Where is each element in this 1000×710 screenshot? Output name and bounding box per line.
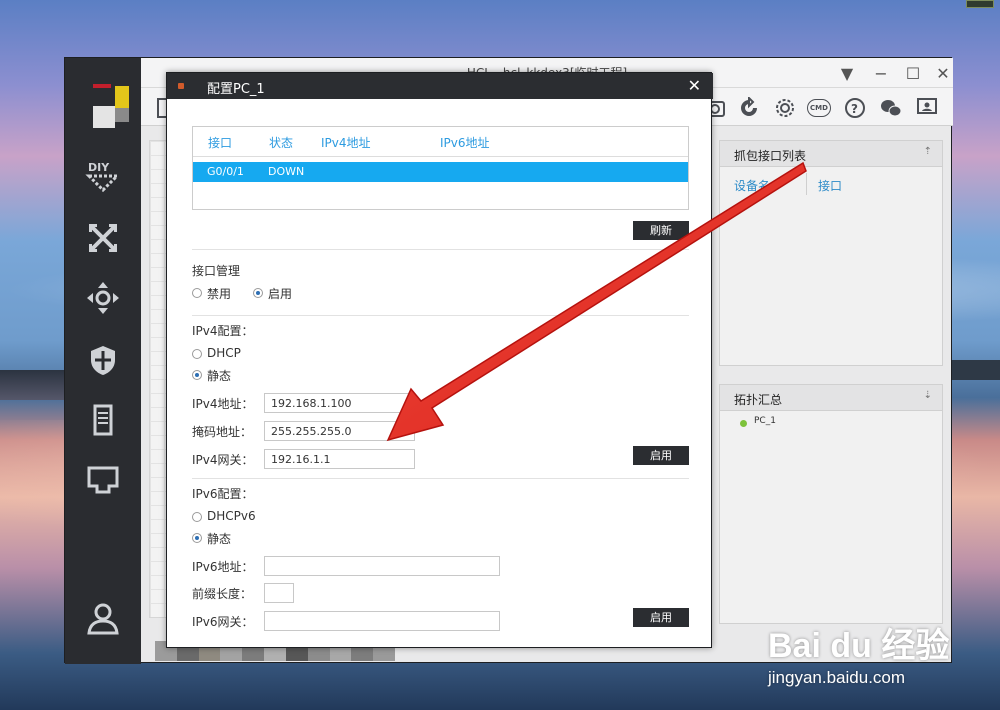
ipv4-static-label: 静态 <box>207 369 232 383</box>
shuffle-icon[interactable] <box>83 218 123 258</box>
capture-panel: 抓包接口列表 ⇡ 设备名 接口 <box>719 140 943 366</box>
col-ipv6: IPv6地址 <box>440 136 490 150</box>
expand-icon[interactable]: ⇣ <box>924 390 932 401</box>
ipv4-dhcp-label: DHCP <box>207 346 241 360</box>
ipv6-static-label: 静态 <box>207 532 232 546</box>
ipv6-dhcp-radio[interactable] <box>192 512 202 522</box>
interface-table: 接口 状态 IPv4地址 IPv6地址 G0/0/1 DOWN <box>192 126 689 210</box>
help-icon[interactable]: ? <box>843 96 867 120</box>
tray-indicator <box>966 0 994 8</box>
ipv4-addr-label: IPv4地址： <box>192 397 254 411</box>
enable-label: 启用 <box>268 287 293 301</box>
app-logo <box>93 84 129 130</box>
refresh-button[interactable]: 刷新 <box>633 221 689 240</box>
close-icon[interactable]: ✕ <box>933 63 953 83</box>
iface-mgmt-title: 接口管理 <box>192 264 241 278</box>
list-item[interactable]: PC_1 <box>720 411 942 435</box>
ipv6-prefix-input[interactable] <box>264 583 294 603</box>
ipv4-apply-button[interactable]: 启用 <box>633 446 689 465</box>
disable-label: 禁用 <box>207 287 232 301</box>
topology-summary-header[interactable]: 拓扑汇总 ⇣ <box>720 385 942 411</box>
ipv4-config-title: IPv4配置： <box>192 324 254 338</box>
dropdown-icon[interactable]: ▼ <box>837 63 857 83</box>
ipv6-gateway-input[interactable] <box>264 611 500 631</box>
user-icon[interactable] <box>83 598 123 638</box>
baidu-watermark: Bai du 经验 jingyan.baidu.com <box>768 600 988 700</box>
minimize-icon[interactable]: − <box>871 63 891 83</box>
dialog-titlebar: 配置PC_1 ✕ <box>167 73 713 99</box>
ipv4-mask-label: 掩码地址： <box>192 425 253 439</box>
chat-icon[interactable] <box>915 96 939 120</box>
maximize-icon[interactable]: ☐ <box>903 63 923 83</box>
row-interface: G0/0/1 <box>207 165 244 178</box>
topology-summary-title: 拓扑汇总 <box>734 393 783 407</box>
interface-table-header: 接口 状态 IPv4地址 IPv6地址 <box>193 127 688 157</box>
dialog-close-icon[interactable]: ✕ <box>688 76 701 95</box>
capture-panel-title: 抓包接口列表 <box>734 149 807 163</box>
topology-item-label: PC_1 <box>754 416 776 426</box>
app-sidebar: DIY <box>65 58 141 664</box>
wechat-icon[interactable] <box>879 96 903 120</box>
col-status: 状态 <box>269 136 294 150</box>
dialog-app-icon <box>178 83 184 89</box>
topology-summary-panel: 拓扑汇总 ⇣ PC_1 <box>719 384 943 624</box>
disable-radio[interactable] <box>192 288 202 298</box>
ipv4-mask-input[interactable]: 255.255.255.0 <box>264 421 415 441</box>
ipv6-addr-label: IPv6地址： <box>192 560 254 574</box>
ipv4-gateway-label: IPv4网关： <box>192 453 254 467</box>
move-icon[interactable] <box>83 278 123 318</box>
port-icon[interactable] <box>83 460 123 500</box>
shield-icon[interactable] <box>83 340 123 380</box>
col-ipv4: IPv4地址 <box>321 136 371 150</box>
capture-col-device: 设备名 <box>734 179 771 193</box>
svg-text:?: ? <box>851 102 858 116</box>
ipv6-prefix-label: 前缀长度： <box>192 587 253 601</box>
ipv4-address-input[interactable]: 192.168.1.100 <box>264 393 415 413</box>
ipv6-static-radio[interactable] <box>192 533 202 543</box>
refresh-icon[interactable] <box>737 96 761 120</box>
capture-col-interface: 接口 <box>818 179 843 193</box>
table-row[interactable]: G0/0/1 DOWN <box>193 162 688 182</box>
watermark-main: Bai du 经验 <box>768 627 950 665</box>
ipv4-gateway-input[interactable]: 192.16.1.1 <box>264 449 415 469</box>
configure-pc-dialog: 配置PC_1 ✕ 接口 状态 IPv4地址 IPv6地址 G0/0/1 DOWN… <box>166 72 713 648</box>
ipv6-apply-button[interactable]: 启用 <box>633 608 689 627</box>
ipv4-static-radio[interactable] <box>192 370 202 380</box>
col-interface: 接口 <box>208 136 233 150</box>
status-online-icon <box>740 420 747 427</box>
row-status: DOWN <box>268 165 305 178</box>
dialog-title: 配置PC_1 <box>207 82 265 97</box>
diy-icon[interactable]: DIY <box>83 156 123 196</box>
ipv6-dhcp-label: DHCPv6 <box>207 509 256 523</box>
watermark-sub: jingyan.baidu.com <box>768 668 906 687</box>
svg-text:DIY: DIY <box>88 161 110 174</box>
ipv4-dhcp-radio[interactable] <box>192 349 202 359</box>
collapse-icon[interactable]: ⇡ <box>924 146 932 157</box>
server-icon[interactable] <box>83 400 123 440</box>
cmd-icon[interactable]: CMD <box>807 96 831 120</box>
enable-radio[interactable] <box>253 288 263 298</box>
ipv6-config-title: IPv6配置： <box>192 487 254 501</box>
capture-panel-header[interactable]: 抓包接口列表 ⇡ <box>720 141 942 167</box>
ipv6-address-input[interactable] <box>264 556 500 576</box>
gear-icon[interactable] <box>773 96 797 120</box>
ipv6-gateway-label: IPv6网关： <box>192 615 254 629</box>
